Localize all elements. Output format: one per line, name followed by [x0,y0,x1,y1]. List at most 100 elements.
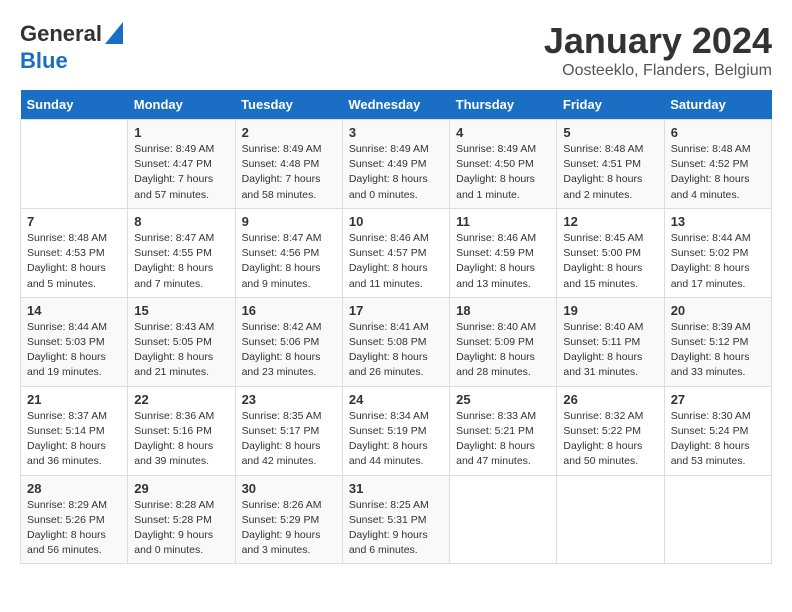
calendar-cell: 14 Sunrise: 8:44 AM Sunset: 5:03 PM Dayli… [21,297,128,386]
header-saturday: Saturday [664,90,771,120]
logo-triangle-icon [105,22,123,44]
month-title: January 2024 [544,20,772,62]
day-info: Sunrise: 8:49 AM Sunset: 4:50 PM Dayligh… [456,142,550,203]
calendar-cell: 26Sunrise: 8:32 AM Sunset: 5:22 PM Dayli… [557,386,664,475]
day-info: Sunrise: 8:32 AM Sunset: 5:22 PM Dayligh… [563,409,657,470]
day-number: 4 [456,125,550,140]
day-number: 29 [134,481,228,496]
calendar-cell: 24 Sunrise: 8:34 AM Sunset: 5:19 PM Dayli… [342,386,449,475]
day-number: 30 [242,481,336,496]
calendar-table: SundayMondayTuesdayWednesdayThursdayFrid… [20,90,772,564]
header-wednesday: Wednesday [342,90,449,120]
day-number: 3 [349,125,443,140]
day-info: Sunrise: 8:49 AM Sunset: 4:48 PM Dayligh… [242,142,336,203]
day-number: 16 [242,303,336,318]
calendar-cell: 5 Sunrise: 8:48 AM Sunset: 4:51 PM Daylig… [557,120,664,209]
calendar-cell: 7 Sunrise: 8:48 AM Sunset: 4:53 PM Daylig… [21,208,128,297]
day-info: Sunrise: 8:44 AM Sunset: 5:03 PM Dayligh… [27,320,121,381]
day-number: 27 [671,392,765,407]
calendar-cell: 19Sunrise: 8:40 AM Sunset: 5:11 PM Dayli… [557,297,664,386]
calendar-cell: 23Sunrise: 8:35 AM Sunset: 5:17 PM Dayli… [235,386,342,475]
day-info: Sunrise: 8:26 AM Sunset: 5:29 PM Dayligh… [242,498,336,559]
day-info: Sunrise: 8:40 AM Sunset: 5:11 PM Dayligh… [563,320,657,381]
calendar-cell: 28 Sunrise: 8:29 AM Sunset: 5:26 PM Dayli… [21,475,128,564]
day-number: 11 [456,214,550,229]
day-info: Sunrise: 8:25 AM Sunset: 5:31 PM Dayligh… [349,498,443,559]
calendar-cell: 12 Sunrise: 8:45 AM Sunset: 5:00 PM Dayli… [557,208,664,297]
day-number: 15 [134,303,228,318]
page-header: General Blue January 2024 Oosteeklo, Fla… [20,20,772,80]
day-info: Sunrise: 8:48 AM Sunset: 4:52 PM Dayligh… [671,142,765,203]
day-info: Sunrise: 8:33 AM Sunset: 5:21 PM Dayligh… [456,409,550,470]
day-number: 13 [671,214,765,229]
calendar-cell: 2Sunrise: 8:49 AM Sunset: 4:48 PM Daylig… [235,120,342,209]
calendar-cell: 4 Sunrise: 8:49 AM Sunset: 4:50 PM Daylig… [450,120,557,209]
day-info: Sunrise: 8:36 AM Sunset: 5:16 PM Dayligh… [134,409,228,470]
calendar-cell: 31Sunrise: 8:25 AM Sunset: 5:31 PM Dayli… [342,475,449,564]
day-number: 22 [134,392,228,407]
day-info: Sunrise: 8:41 AM Sunset: 5:08 PM Dayligh… [349,320,443,381]
calendar-cell: 8 Sunrise: 8:47 AM Sunset: 4:55 PM Daylig… [128,208,235,297]
day-info: Sunrise: 8:37 AM Sunset: 5:14 PM Dayligh… [27,409,121,470]
day-number: 5 [563,125,657,140]
day-info: Sunrise: 8:43 AM Sunset: 5:05 PM Dayligh… [134,320,228,381]
day-number: 23 [242,392,336,407]
day-number: 20 [671,303,765,318]
day-info: Sunrise: 8:34 AM Sunset: 5:19 PM Dayligh… [349,409,443,470]
header-friday: Friday [557,90,664,120]
day-number: 28 [27,481,121,496]
day-number: 14 [27,303,121,318]
day-info: Sunrise: 8:29 AM Sunset: 5:26 PM Dayligh… [27,498,121,559]
day-info: Sunrise: 8:48 AM Sunset: 4:53 PM Dayligh… [27,231,121,292]
day-info: Sunrise: 8:44 AM Sunset: 5:02 PM Dayligh… [671,231,765,292]
day-info: Sunrise: 8:48 AM Sunset: 4:51 PM Dayligh… [563,142,657,203]
day-number: 9 [242,214,336,229]
header-monday: Monday [128,90,235,120]
calendar-cell [557,475,664,564]
day-number: 17 [349,303,443,318]
day-info: Sunrise: 8:40 AM Sunset: 5:09 PM Dayligh… [456,320,550,381]
calendar-cell: 3 Sunrise: 8:49 AM Sunset: 4:49 PM Daylig… [342,120,449,209]
calendar-cell: 21 Sunrise: 8:37 AM Sunset: 5:14 PM Dayli… [21,386,128,475]
calendar-cell: 9 Sunrise: 8:47 AM Sunset: 4:56 PM Daylig… [235,208,342,297]
header-tuesday: Tuesday [235,90,342,120]
calendar-cell: 27Sunrise: 8:30 AM Sunset: 5:24 PM Dayli… [664,386,771,475]
day-number: 7 [27,214,121,229]
calendar-cell: 20 Sunrise: 8:39 AM Sunset: 5:12 PM Dayli… [664,297,771,386]
day-info: Sunrise: 8:45 AM Sunset: 5:00 PM Dayligh… [563,231,657,292]
day-number: 21 [27,392,121,407]
calendar-cell [450,475,557,564]
day-number: 24 [349,392,443,407]
header-sunday: Sunday [21,90,128,120]
calendar-cell: 16Sunrise: 8:42 AM Sunset: 5:06 PM Dayli… [235,297,342,386]
calendar-cell: 1 Sunrise: 8:49 AM Sunset: 4:47 PM Daylig… [128,120,235,209]
calendar-cell: 18 Sunrise: 8:40 AM Sunset: 5:09 PM Dayli… [450,297,557,386]
calendar-cell: 25 Sunrise: 8:33 AM Sunset: 5:21 PM Dayli… [450,386,557,475]
day-number: 8 [134,214,228,229]
calendar-cell: 6Sunrise: 8:48 AM Sunset: 4:52 PM Daylig… [664,120,771,209]
location-subtitle: Oosteeklo, Flanders, Belgium [544,62,772,80]
day-number: 18 [456,303,550,318]
day-info: Sunrise: 8:28 AM Sunset: 5:28 PM Dayligh… [134,498,228,559]
calendar-cell [664,475,771,564]
day-info: Sunrise: 8:49 AM Sunset: 4:47 PM Dayligh… [134,142,228,203]
calendar-cell: 13 Sunrise: 8:44 AM Sunset: 5:02 PM Dayli… [664,208,771,297]
day-info: Sunrise: 8:46 AM Sunset: 4:57 PM Dayligh… [349,231,443,292]
calendar-cell: 10 Sunrise: 8:46 AM Sunset: 4:57 PM Dayli… [342,208,449,297]
day-info: Sunrise: 8:47 AM Sunset: 4:55 PM Dayligh… [134,231,228,292]
calendar-cell: 15 Sunrise: 8:43 AM Sunset: 5:05 PM Dayli… [128,297,235,386]
day-info: Sunrise: 8:39 AM Sunset: 5:12 PM Dayligh… [671,320,765,381]
day-info: Sunrise: 8:47 AM Sunset: 4:56 PM Dayligh… [242,231,336,292]
calendar-cell: 30 Sunrise: 8:26 AM Sunset: 5:29 PM Dayli… [235,475,342,564]
day-info: Sunrise: 8:49 AM Sunset: 4:49 PM Dayligh… [349,142,443,203]
day-number: 25 [456,392,550,407]
day-number: 12 [563,214,657,229]
calendar-cell [21,120,128,209]
calendar-cell: 17 Sunrise: 8:41 AM Sunset: 5:08 PM Dayli… [342,297,449,386]
header-thursday: Thursday [450,90,557,120]
calendar-header: SundayMondayTuesdayWednesdayThursdayFrid… [21,90,772,120]
day-number: 1 [134,125,228,140]
day-number: 10 [349,214,443,229]
logo-text-general: General [20,22,102,46]
calendar-cell: 22 Sunrise: 8:36 AM Sunset: 5:16 PM Dayli… [128,386,235,475]
